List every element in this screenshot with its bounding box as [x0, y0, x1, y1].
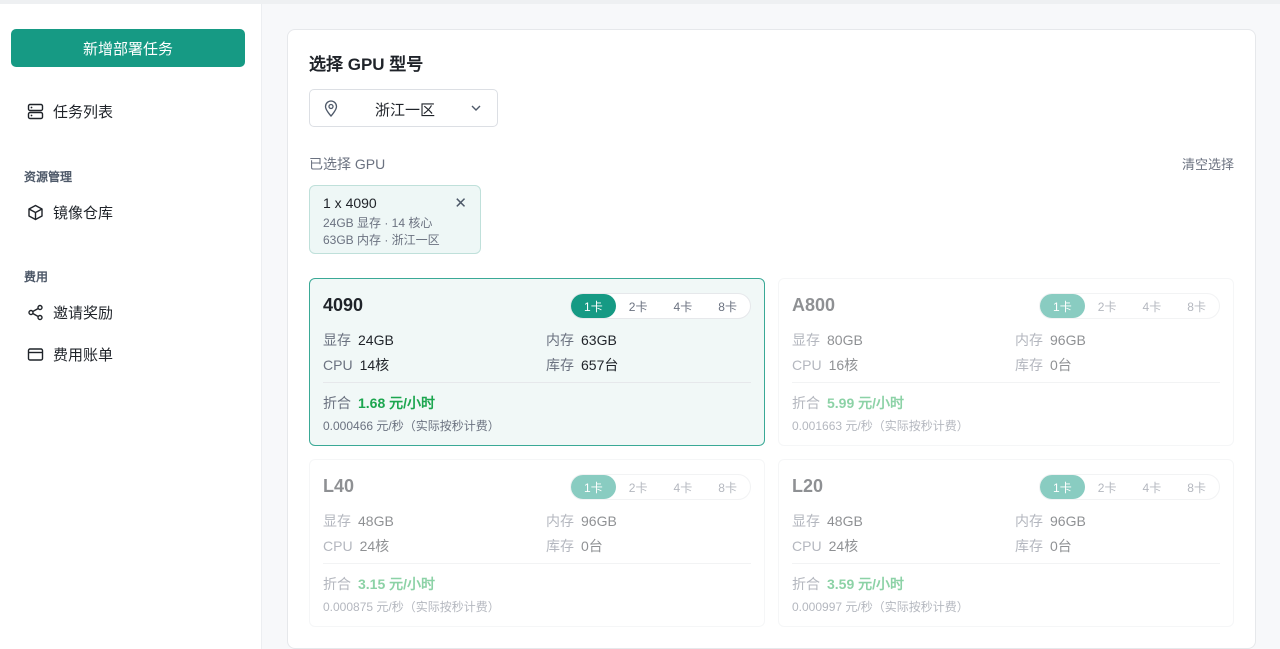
- location-pin-icon: [324, 100, 338, 122]
- share-icon: [26, 304, 44, 322]
- price-per-second: 0.000466 元/秒（实际按秒计费）: [323, 419, 500, 433]
- section-label-billing: 费用: [24, 270, 49, 284]
- card-option-4[interactable]: 4卡: [661, 475, 706, 499]
- gpu-name: A800: [792, 295, 836, 315]
- price-per-second: 0.000875 元/秒（实际按秒计费）: [323, 600, 500, 614]
- chip-title: 1 x 4090: [323, 195, 377, 211]
- card-option-1[interactable]: 1卡: [1040, 294, 1085, 318]
- gpu-selection-panel: 选择 GPU 型号 浙江一区 已选择 GPU 清空选择 1 x 4090 24G…: [287, 29, 1256, 649]
- page-title: 选择 GPU 型号: [309, 55, 424, 74]
- card-option-1[interactable]: 1卡: [1040, 475, 1085, 499]
- gpu-card-a800[interactable]: A800 1卡 2卡 4卡 8卡 显存 80GB 内存 96GB CPU 16核 库存…: [778, 278, 1234, 446]
- price-hourly: 折合 3.15 元/小时: [323, 576, 436, 592]
- spec-cpu: CPU 14核: [323, 357, 390, 373]
- card-count-selector: 1卡 2卡 4卡 8卡: [570, 293, 751, 319]
- price-per-second: 0.000997 元/秒（实际按秒计费）: [792, 600, 969, 614]
- server-list-icon: [26, 103, 44, 121]
- card-option-2[interactable]: 2卡: [616, 294, 661, 318]
- spec-vram: 显存 80GB: [792, 332, 863, 348]
- card-option-4[interactable]: 4卡: [661, 294, 706, 318]
- chevron-down-icon: [470, 101, 482, 119]
- card-count-selector: 1卡 2卡 4卡 8卡: [1039, 293, 1220, 319]
- spec-vram: 显存 48GB: [792, 513, 863, 529]
- sidebar: 新增部署任务 任务列表 资源管理 镜像仓库 费用 邀请奖励 费用账单: [0, 4, 262, 649]
- sidebar-item-image-repo[interactable]: 镜像仓库: [26, 202, 113, 223]
- region-value: 浙江一区: [375, 102, 436, 119]
- divider: [792, 382, 1220, 383]
- gpu-card-l40[interactable]: L40 1卡 2卡 4卡 8卡 显存 48GB 内存 96GB CPU 24核 库存 0…: [309, 459, 765, 627]
- spec-mem: 内存 63GB: [546, 332, 617, 348]
- sidebar-item-referral[interactable]: 邀请奖励: [26, 302, 113, 323]
- card-option-2[interactable]: 2卡: [1085, 475, 1130, 499]
- spec-cpu: CPU 24核: [792, 538, 859, 554]
- gpu-card-4090[interactable]: 4090 1卡 2卡 4卡 8卡 显存 24GB 内存 63GB CPU 14核 库存…: [309, 278, 765, 446]
- gpu-card-l20[interactable]: L20 1卡 2卡 4卡 8卡 显存 48GB 内存 96GB CPU 24核 库存 0…: [778, 459, 1234, 627]
- divider: [323, 382, 751, 383]
- gpu-name: L40: [323, 476, 355, 496]
- card-option-2[interactable]: 2卡: [1085, 294, 1130, 318]
- card-option-8[interactable]: 8卡: [1174, 294, 1219, 318]
- spec-mem: 内存 96GB: [1015, 332, 1086, 348]
- card-option-1[interactable]: 1卡: [571, 475, 616, 499]
- card-option-8[interactable]: 8卡: [705, 294, 750, 318]
- spec-stock: 库存 657台: [546, 357, 619, 373]
- card-option-8[interactable]: 8卡: [705, 475, 750, 499]
- spec-mem: 内存 96GB: [546, 513, 617, 529]
- price-hourly: 折合 3.59 元/小时: [792, 576, 905, 592]
- card-icon: [26, 346, 44, 364]
- selected-gpu-chip: 1 x 4090 24GB 显存 · 14 核心 63GB 内存 · 浙江一区 …: [309, 185, 481, 254]
- spec-vram: 显存 48GB: [323, 513, 394, 529]
- divider: [792, 563, 1220, 564]
- gpu-name: 4090: [323, 295, 364, 315]
- divider: [323, 563, 751, 564]
- spec-cpu: CPU 24核: [323, 538, 390, 554]
- card-option-8[interactable]: 8卡: [1174, 475, 1219, 499]
- spec-vram: 显存 24GB: [323, 332, 394, 348]
- sidebar-item-label: 镜像仓库: [53, 205, 114, 222]
- chip-line1: 24GB 显存 · 14 核心: [323, 216, 433, 230]
- sidebar-item-task-list[interactable]: 任务列表: [26, 101, 113, 122]
- chip-line2: 63GB 内存 · 浙江一区: [323, 233, 440, 247]
- sidebar-item-billing[interactable]: 费用账单: [26, 344, 113, 365]
- sidebar-item-label: 费用账单: [53, 347, 114, 364]
- price-hourly: 折合 5.99 元/小时: [792, 395, 905, 411]
- card-option-4[interactable]: 4卡: [1130, 294, 1175, 318]
- price-per-second: 0.001663 元/秒（实际按秒计费）: [792, 419, 969, 433]
- gpu-name: L20: [792, 476, 824, 496]
- spec-stock: 库存 0台: [546, 538, 603, 554]
- card-option-2[interactable]: 2卡: [616, 475, 661, 499]
- new-deploy-task-button[interactable]: 新增部署任务: [11, 29, 245, 67]
- region-select[interactable]: 浙江一区: [309, 89, 498, 127]
- card-count-selector: 1卡 2卡 4卡 8卡: [570, 474, 751, 500]
- clear-selection-link[interactable]: 清空选择: [1182, 154, 1234, 173]
- cube-icon: [26, 204, 44, 222]
- close-icon[interactable]: ✕: [454, 194, 467, 212]
- spec-cpu: CPU 16核: [792, 357, 859, 373]
- spec-mem: 内存 96GB: [1015, 513, 1086, 529]
- sidebar-item-label: 邀请奖励: [53, 305, 114, 322]
- spec-stock: 库存 0台: [1015, 357, 1072, 373]
- section-label-resource: 资源管理: [24, 170, 73, 184]
- card-option-1[interactable]: 1卡: [571, 294, 616, 318]
- price-hourly: 折合 1.68 元/小时: [323, 395, 436, 411]
- selected-gpu-label: 已选择 GPU: [309, 156, 386, 172]
- sidebar-item-label: 任务列表: [53, 104, 114, 121]
- spec-stock: 库存 0台: [1015, 538, 1072, 554]
- card-count-selector: 1卡 2卡 4卡 8卡: [1039, 474, 1220, 500]
- card-option-4[interactable]: 4卡: [1130, 475, 1175, 499]
